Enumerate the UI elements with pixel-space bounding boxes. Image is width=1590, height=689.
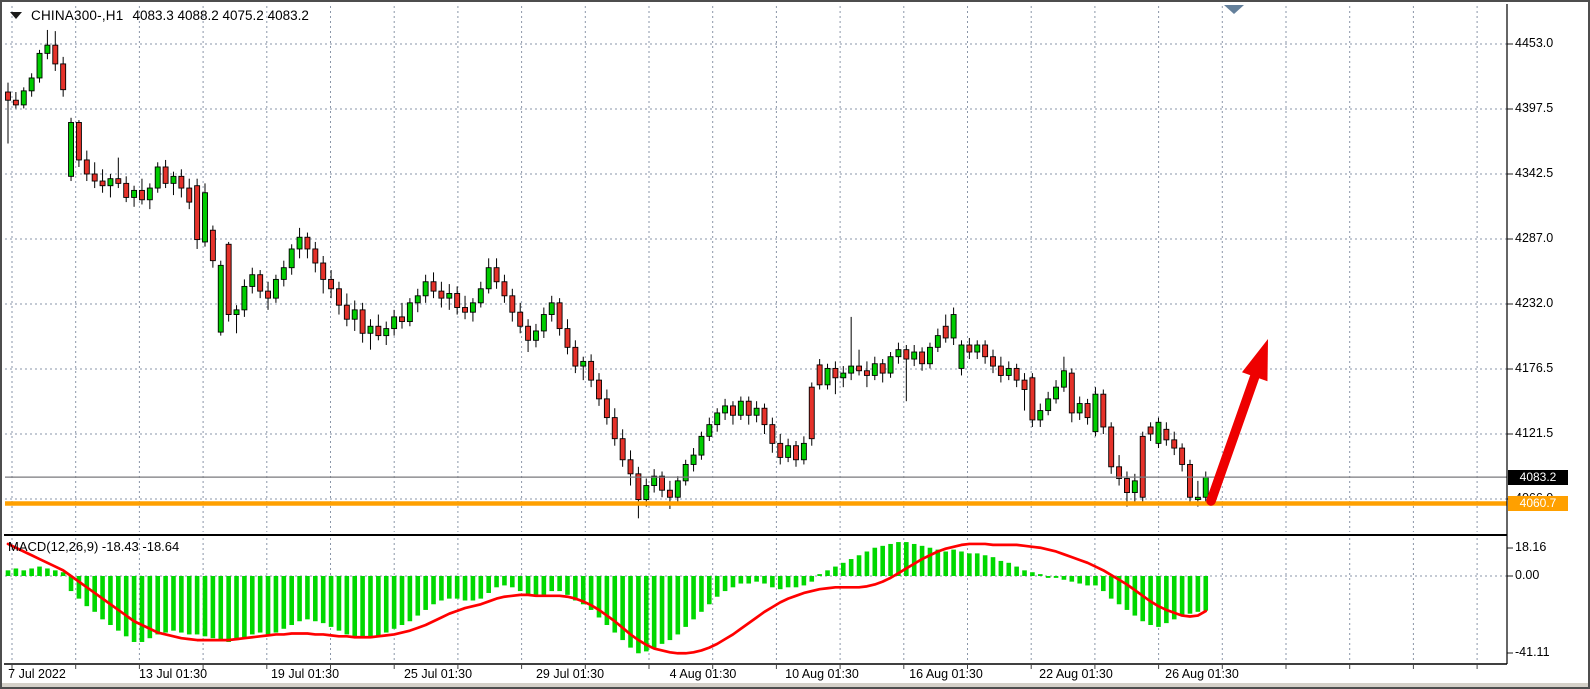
price-axis-label: 4232.0 (1515, 296, 1553, 310)
window-edge-strip (2, 683, 1588, 689)
macd-indicator-label: MACD(12,26,9) -18.43 -18.64 (8, 539, 179, 554)
time-axis-label: 7 Jul 2022 (8, 667, 66, 681)
price-axis-label: 4287.0 (1515, 231, 1553, 245)
time-axis-label: 25 Jul 01:30 (404, 667, 472, 681)
time-axis-label: 26 Aug 01:30 (1165, 667, 1239, 681)
time-axis-label: 22 Aug 01:30 (1039, 667, 1113, 681)
time-axis-label: 13 Jul 01:30 (139, 667, 207, 681)
price-axis-label: 4453.0 (1515, 36, 1553, 50)
macd-axis-label: -41.11 (1515, 645, 1550, 659)
symbol-timeframe-label: CHINA300-,H1 (31, 8, 123, 23)
price-axis-label: 4342.5 (1515, 166, 1553, 180)
time-axis-label: 4 Aug 01:30 (670, 667, 737, 681)
time-axis-label: 19 Jul 01:30 (271, 667, 339, 681)
current-price-tag: 4083.2 (1508, 470, 1568, 485)
ohlc-quote-label: 4083.3 4088.2 4075.2 4083.2 (132, 8, 308, 23)
chart-shift-marker-icon[interactable] (1224, 5, 1244, 14)
price-axis-label: 4176.5 (1515, 361, 1553, 375)
time-axis-label: 29 Jul 01:30 (536, 667, 604, 681)
macd-axis-label: 0.00 (1515, 568, 1539, 582)
macd-axis-label: 18.16 (1515, 540, 1546, 554)
time-axis-label: 10 Aug 01:30 (785, 667, 859, 681)
price-axis-label: 4397.5 (1515, 101, 1553, 115)
time-axis[interactable] (2, 664, 1508, 683)
support-price-tag: 4060.7 (1508, 496, 1568, 511)
chart-window: CHINA300-,H1 4083.3 4088.2 4075.2 4083.2… (0, 0, 1590, 689)
symbol-dropdown-icon[interactable] (10, 12, 22, 19)
time-axis-label: 16 Aug 01:30 (909, 667, 983, 681)
price-axis-label: 4121.5 (1515, 426, 1553, 440)
price-chart-canvas[interactable] (2, 2, 1588, 687)
chart-title: CHINA300-,H1 4083.3 4088.2 4075.2 4083.2 (10, 8, 309, 23)
